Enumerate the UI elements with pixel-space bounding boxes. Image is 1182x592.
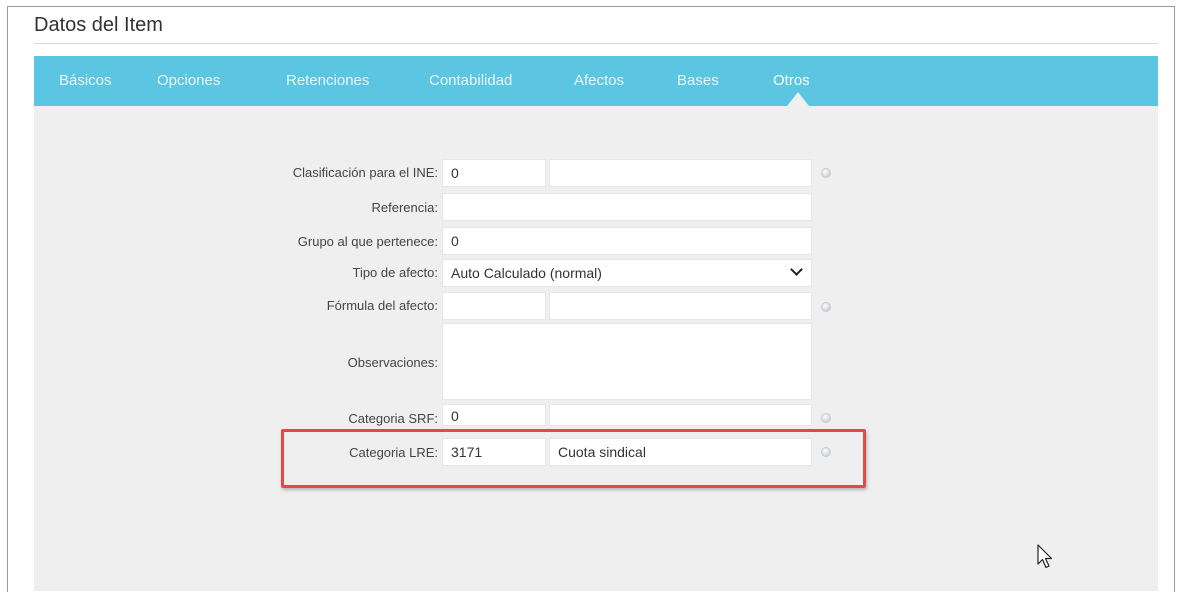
observaciones-label: Observaciones:: [347, 355, 438, 370]
tipo-afecto-select[interactable]: Auto Calculado (normal): [442, 259, 812, 287]
formula-code-input[interactable]: [442, 292, 546, 320]
ine-code-input[interactable]: 0: [442, 159, 546, 187]
title-divider: [34, 43, 1158, 44]
highlight-box: [281, 429, 866, 488]
tab-retenciones[interactable]: Retenciones: [286, 72, 369, 89]
formula-lookup-icon[interactable]: [821, 302, 831, 312]
tab-afectos[interactable]: Afectos: [574, 72, 624, 89]
tab-contabilidad[interactable]: Contabilidad: [429, 72, 512, 89]
tab-otros[interactable]: Otros: [773, 72, 810, 89]
tab-bases[interactable]: Bases: [677, 72, 719, 89]
observaciones-textarea[interactable]: [442, 323, 812, 400]
grupo-input[interactable]: 0: [442, 227, 812, 255]
srf-code-input[interactable]: 0: [442, 404, 546, 426]
referencia-input[interactable]: [442, 193, 812, 221]
ine-lookup-icon[interactable]: [821, 168, 831, 178]
tab-opciones[interactable]: Opciones: [157, 72, 220, 89]
tab-basicos[interactable]: Básicos: [59, 72, 112, 89]
tipo-afecto-value: Auto Calculado (normal): [451, 265, 602, 281]
srf-desc-input[interactable]: [549, 404, 812, 426]
referencia-label: Referencia:: [371, 200, 438, 215]
page-title: Datos del Item: [34, 14, 163, 36]
tab-bar: Básicos Opciones Retenciones Contabilida…: [34, 56, 1158, 106]
srf-label: Categoria SRF:: [348, 411, 438, 426]
tipo-afecto-label: Tipo de afecto:: [352, 265, 438, 280]
grupo-label: Grupo al que pertenece:: [297, 234, 438, 249]
mouse-cursor-icon: [1037, 544, 1053, 569]
formula-label: Fórmula del afecto:: [326, 298, 438, 313]
active-tab-indicator: [787, 92, 809, 106]
formula-desc-input[interactable]: [549, 292, 812, 320]
ine-label: Clasificación para el INE:: [292, 165, 438, 180]
srf-lookup-icon[interactable]: [821, 413, 831, 423]
ine-desc-input[interactable]: [549, 159, 812, 187]
